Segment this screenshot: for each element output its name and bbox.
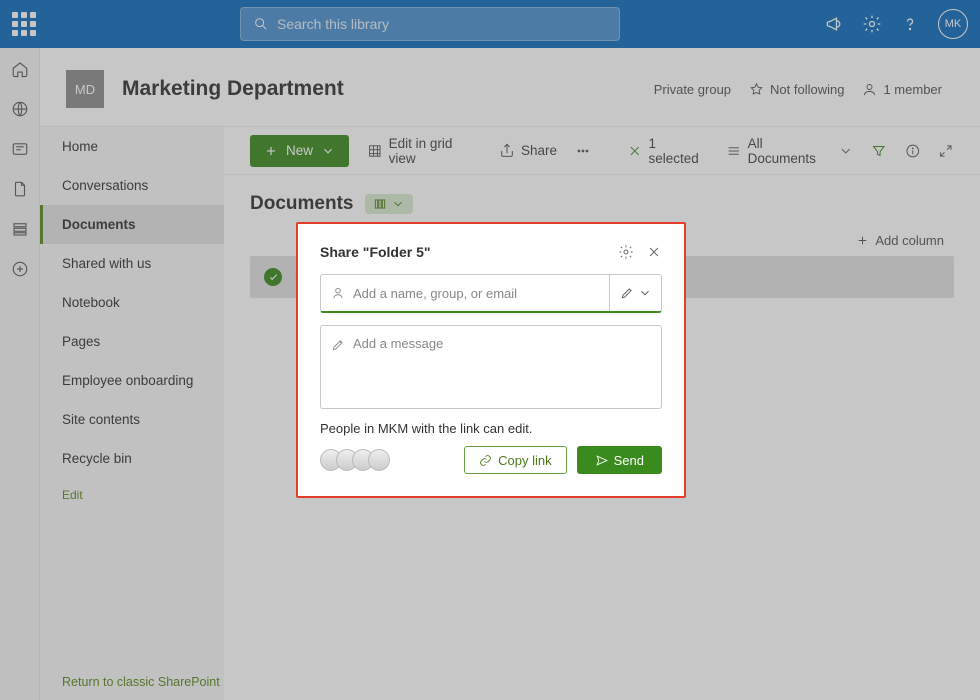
pencil-icon xyxy=(620,286,634,300)
close-icon[interactable] xyxy=(646,244,662,260)
permission-selector[interactable] xyxy=(609,275,661,311)
person-icon xyxy=(331,286,345,300)
compose-icon xyxy=(331,338,345,352)
recipient-input-wrap xyxy=(321,275,609,311)
link-icon xyxy=(479,454,492,467)
recipient-field xyxy=(320,274,662,313)
chevron-down-icon xyxy=(638,286,652,300)
copy-link-label: Copy link xyxy=(498,453,551,468)
send-label: Send xyxy=(614,453,644,468)
gear-icon[interactable] xyxy=(618,244,634,260)
avatar xyxy=(368,449,390,471)
dialog-footer: Copy link Send xyxy=(320,446,662,474)
send-icon xyxy=(595,454,608,467)
message-input[interactable] xyxy=(353,336,651,398)
recipient-input[interactable] xyxy=(353,286,599,301)
send-button[interactable]: Send xyxy=(577,446,662,474)
dialog-header: Share "Folder 5" xyxy=(320,244,662,260)
face-pile[interactable] xyxy=(320,449,390,471)
copy-link-button[interactable]: Copy link xyxy=(464,446,566,474)
link-settings-notice[interactable]: People in MKM with the link can edit. xyxy=(320,421,662,436)
message-field xyxy=(320,325,662,409)
dialog-title: Share "Folder 5" xyxy=(320,244,606,260)
share-dialog: Share "Folder 5" People in MKM with the … xyxy=(296,222,686,498)
